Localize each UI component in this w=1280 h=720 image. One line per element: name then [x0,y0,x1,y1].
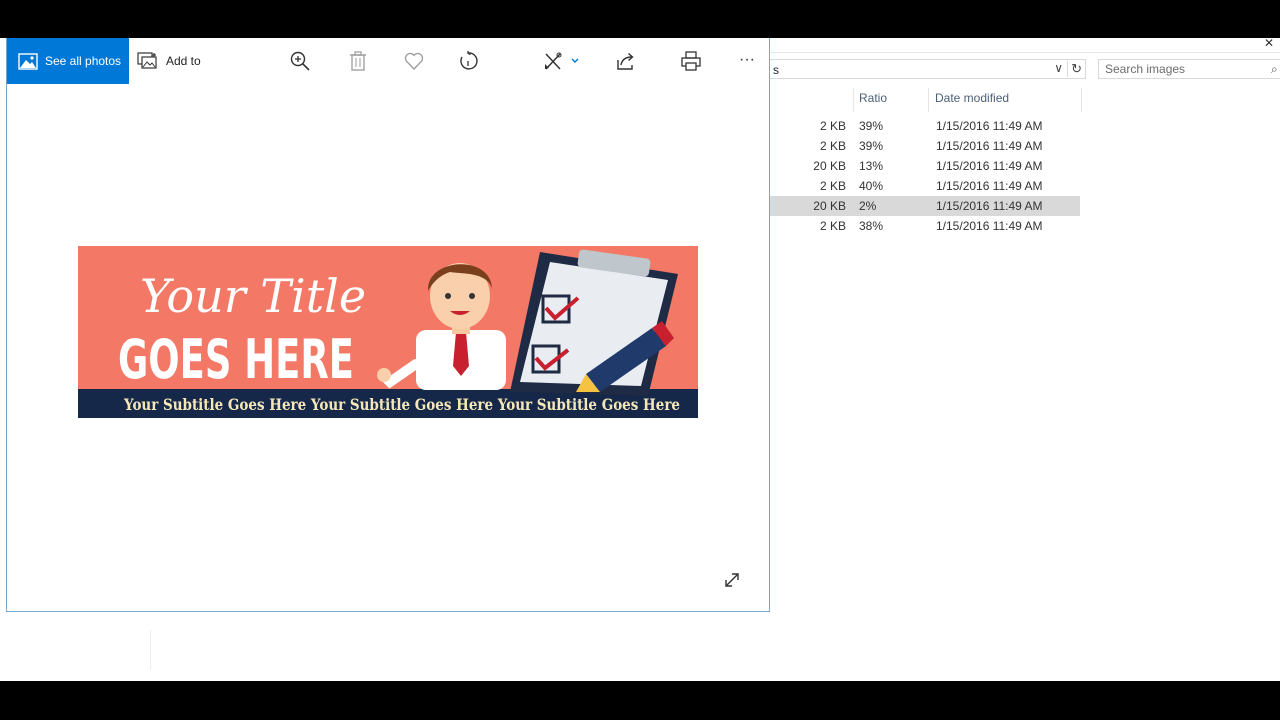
file-row-selected[interactable]: 20 KB 2% 1/15/2016 11:49 AM [770,196,1080,216]
add-to-button[interactable]: Add to [137,50,201,72]
file-list: 2 KB 39% 1/15/2016 11:49 AM 2 KB 39% 1/1… [770,116,1080,236]
file-row[interactable]: 2 KB 38% 1/15/2016 11:49 AM [770,216,1080,236]
file-ratio: 13% [859,159,884,173]
banner-image: Your Title GOES HERE Your Subtitle Goes … [78,246,698,418]
address-history-chevron-icon[interactable]: ∨ [1054,61,1063,75]
file-date: 1/15/2016 11:49 AM [936,199,1043,213]
file-size: 20 KB [813,159,846,173]
file-ratio: 39% [859,139,884,153]
file-ratio: 40% [859,179,884,193]
file-row[interactable]: 2 KB 39% 1/15/2016 11:49 AM [770,116,1080,136]
photo-viewer-image[interactable]: Your Title GOES HERE Your Subtitle Goes … [78,246,698,418]
address-text: s [773,63,779,77]
file-date: 1/15/2016 11:49 AM [936,159,1043,173]
file-size: 2 KB [819,219,846,233]
rotate-icon[interactable] [457,50,479,72]
file-ratio: 39% [859,119,884,133]
favorite-heart-icon[interactable] [403,50,425,72]
banner-title-script: Your Title [140,269,366,323]
zoom-in-icon[interactable] [289,50,311,72]
divider [150,630,151,670]
photos-app-window: See all photos Add to ··· Your Title GOE… [6,38,770,612]
file-row[interactable]: 20 KB 13% 1/15/2016 11:49 AM [770,156,1080,176]
explorer-title-divider [770,52,1280,53]
file-row[interactable]: 2 KB 40% 1/15/2016 11:49 AM [770,176,1080,196]
file-date: 1/15/2016 11:49 AM [936,219,1043,233]
see-all-photos-button[interactable]: See all photos [7,38,129,84]
delete-icon[interactable] [347,50,369,72]
photos-gallery-icon [18,52,38,70]
add-to-label: Add to [166,54,201,68]
search-icon[interactable]: ⌕ [1271,62,1278,77]
edit-create-icon[interactable] [543,50,583,72]
share-icon[interactable] [615,50,637,72]
file-date: 1/15/2016 11:49 AM [936,179,1043,193]
more-icon[interactable]: ··· [736,50,758,72]
file-size: 2 KB [819,179,846,193]
column-header-date-modified[interactable]: Date modified [930,88,1082,112]
search-box[interactable]: ⌕ [1098,59,1280,79]
expand-fullscreen-icon[interactable] [723,571,741,589]
file-date: 1/15/2016 11:49 AM [936,119,1043,133]
close-window-icon[interactable]: ✕ [1264,38,1274,50]
banner-title-bold: GOES HERE [118,328,354,391]
address-bar[interactable]: s ∨ ↻ [760,59,1086,79]
search-input[interactable] [1105,62,1255,76]
print-icon[interactable] [680,50,702,72]
file-ratio: 38% [859,219,884,233]
banner-subtitle: Your Subtitle Goes Here Your Subtitle Go… [123,395,680,414]
see-all-photos-label: See all photos [45,54,122,68]
file-ratio: 2% [859,199,877,213]
file-date: 1/15/2016 11:49 AM [936,139,1043,153]
desktop-screen: ✕ s ∨ ↻ ⌕ Ratio Date modified 2 KB 39% 1… [0,38,1280,681]
file-size: 20 KB [813,199,846,213]
file-row[interactable]: 2 KB 39% 1/15/2016 11:49 AM [770,136,1080,156]
refresh-icon[interactable]: ↻ [1067,61,1082,77]
file-size: 2 KB [819,139,846,153]
photos-toolbar: See all photos Add to ··· [7,38,769,84]
add-to-album-icon [137,52,157,69]
file-size: 2 KB [819,119,846,133]
column-header-ratio[interactable]: Ratio [853,88,929,112]
